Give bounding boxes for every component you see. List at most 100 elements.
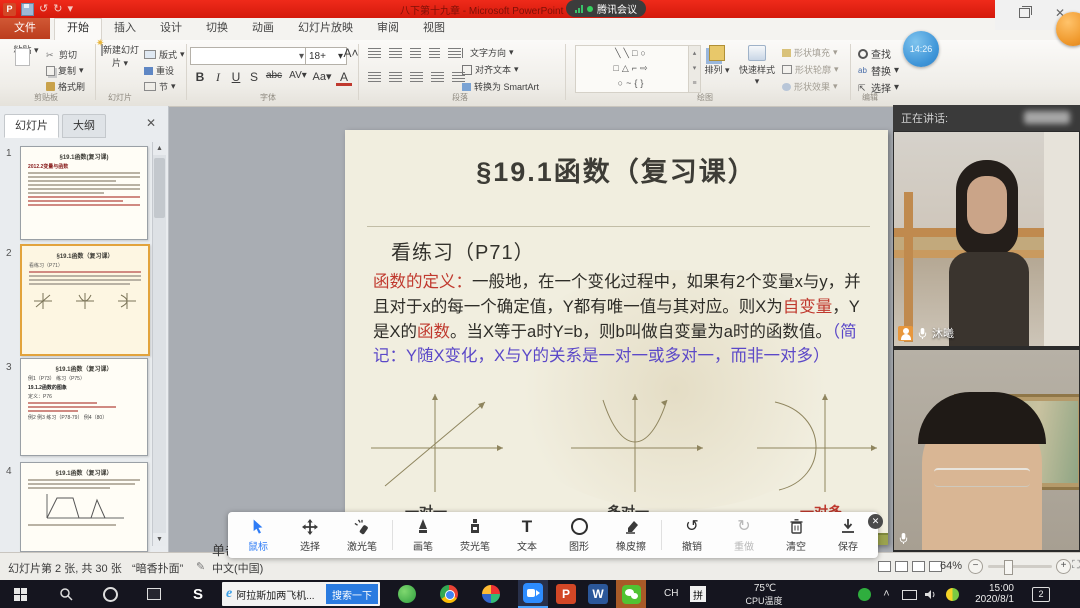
- slide-canvas[interactable]: §19.1函数（复习课） 看练习（P71） 函数的定义：一般地，在一个变化过程中…: [345, 130, 888, 545]
- tab-transitions[interactable]: 切换: [194, 18, 240, 39]
- zoom-slider-thumb[interactable]: [1004, 560, 1013, 575]
- bold-button[interactable]: B: [192, 70, 208, 84]
- tab-slides-thumbnails[interactable]: 幻灯片: [4, 114, 59, 138]
- ie-search-button[interactable]: 搜索一下: [326, 584, 378, 604]
- zoom-slider-track[interactable]: [988, 565, 1052, 568]
- slide-thumbnail-1[interactable]: §19.1函数(复习课) 2012.2变量与函数: [20, 146, 148, 240]
- grow-font-button[interactable]: A˄: [343, 46, 359, 60]
- redo-icon[interactable]: ↻: [53, 4, 62, 15]
- find-button[interactable]: 查找: [858, 46, 891, 61]
- save-icon[interactable]: [21, 3, 34, 16]
- notification-center-icon[interactable]: 2: [1032, 587, 1050, 602]
- paste-button[interactable]: 粘贴 ▾: [6, 43, 46, 91]
- text-direction-button[interactable]: 文字方向 ▾: [462, 46, 514, 59]
- tencent-meeting-button[interactable]: [518, 580, 548, 608]
- volume-icon[interactable]: [924, 588, 937, 601]
- italic-button[interactable]: I: [210, 70, 226, 85]
- ie-task-button[interactable]: e 阿拉斯加两飞机... 搜索一下: [222, 582, 380, 606]
- tray-antivirus-icon[interactable]: [946, 588, 959, 601]
- restore-window-icon[interactable]: [1019, 8, 1030, 18]
- strikethrough-button[interactable]: abc: [264, 70, 284, 81]
- taskbar-clock[interactable]: 15:00 2020/8/1: [962, 583, 1014, 605]
- tab-outline[interactable]: 大纲: [62, 114, 106, 138]
- floating-timer-badge[interactable]: 14:26: [903, 31, 939, 67]
- shadow-button[interactable]: S: [246, 70, 262, 84]
- video-participant-2[interactable]: [894, 350, 1079, 550]
- bullets-icon[interactable]: [368, 48, 381, 58]
- tray-expand-icon[interactable]: ˄: [880, 588, 893, 601]
- powerpoint-task-button[interactable]: P: [552, 580, 580, 608]
- slide-thumbnail-2-selected[interactable]: §19.1函数（复习课） 看练习（P71）: [20, 244, 150, 356]
- task-view-button[interactable]: [140, 580, 168, 608]
- cortana-button[interactable]: [96, 580, 124, 608]
- align-right-icon[interactable]: [410, 72, 423, 82]
- reset-button[interactable]: 重设: [144, 64, 174, 77]
- view-buttons[interactable]: [878, 560, 946, 572]
- change-case-button[interactable]: Aa▾: [312, 70, 332, 83]
- align-text-button[interactable]: 对齐文本 ▾: [462, 63, 519, 76]
- copy-button[interactable]: 复制 ▾: [46, 64, 84, 77]
- cut-button[interactable]: ✂剪切: [46, 48, 77, 61]
- tool-clear[interactable]: 清空: [774, 518, 818, 553]
- zoom-in-icon[interactable]: +: [1056, 559, 1071, 574]
- numbering-icon[interactable]: [389, 48, 402, 58]
- browser-colorful-button[interactable]: [476, 580, 506, 608]
- tool-shape[interactable]: 图形: [557, 518, 601, 553]
- panel-scrollbar[interactable]: ▲ ▼: [152, 142, 166, 546]
- panel-close-icon[interactable]: ✕: [146, 116, 156, 130]
- scroll-down-icon[interactable]: ▼: [153, 533, 166, 546]
- tab-review[interactable]: 审阅: [365, 18, 411, 39]
- word-task-button[interactable]: W: [584, 580, 612, 608]
- network-icon[interactable]: [902, 590, 917, 600]
- decrease-indent-icon[interactable]: [410, 48, 421, 58]
- tool-save[interactable]: 保存: [826, 518, 870, 553]
- char-spacing-button[interactable]: AV▾: [288, 70, 308, 81]
- slide-thumbnail-4[interactable]: §19.1函数（复习课）: [20, 462, 148, 552]
- tab-file[interactable]: 文件: [0, 18, 50, 39]
- browser-360-button[interactable]: [392, 580, 422, 608]
- align-center-icon[interactable]: [389, 72, 402, 82]
- spellcheck-icon[interactable]: ✎: [196, 560, 205, 573]
- video-participant-1[interactable]: 沐曦: [894, 132, 1079, 346]
- shapes-gallery-scroll[interactable]: ▴▾≡: [688, 45, 701, 93]
- wechat-button[interactable]: [616, 580, 646, 608]
- new-slide-button[interactable]: 新建幻灯片 ▾: [98, 43, 142, 91]
- replace-button[interactable]: ab替换 ▾: [858, 63, 899, 78]
- tool-laser[interactable]: 激光笔: [340, 518, 384, 553]
- chrome-button[interactable]: [434, 580, 464, 608]
- font-name-select[interactable]: ▾: [190, 47, 308, 65]
- meeting-status-pill[interactable]: 腾讯会议: [566, 0, 646, 17]
- tool-mouse[interactable]: 鼠标: [236, 518, 280, 553]
- underline-button[interactable]: U: [228, 70, 244, 84]
- input-lang-ch[interactable]: CH: [664, 588, 678, 599]
- tab-home[interactable]: 开始: [54, 18, 102, 41]
- undo-icon[interactable]: ↺: [39, 4, 48, 15]
- start-button[interactable]: [4, 580, 36, 608]
- justify-icon[interactable]: [431, 72, 444, 82]
- arrange-button[interactable]: 排列 ▾: [702, 43, 732, 91]
- tool-undo[interactable]: ↺ 撤销: [670, 518, 714, 553]
- shapes-gallery[interactable]: ╲╲□○ □△⌐⇨ ○~{}: [575, 45, 689, 93]
- tool-eraser[interactable]: 橡皮擦: [609, 518, 653, 553]
- tool-redo[interactable]: ↻ 重做: [722, 518, 766, 553]
- increase-indent-icon[interactable]: [429, 48, 440, 58]
- shape-outline-button[interactable]: 形状轮廓 ▾: [782, 63, 839, 76]
- tool-pen[interactable]: 画笔: [401, 518, 445, 553]
- font-color-button[interactable]: A: [336, 70, 352, 86]
- input-method-pin[interactable]: 拼: [690, 586, 706, 602]
- sogou-input-button[interactable]: S: [184, 580, 212, 608]
- tray-safety-icon[interactable]: [858, 588, 871, 601]
- layout-button[interactable]: 版式 ▾: [144, 48, 185, 61]
- shape-fill-button[interactable]: 形状填充 ▾: [782, 46, 838, 59]
- fit-to-window-icon[interactable]: ⛶: [1072, 559, 1080, 572]
- tool-select[interactable]: 选择: [288, 518, 332, 553]
- taskbar-search[interactable]: [52, 580, 80, 608]
- language-indicator[interactable]: 中文(中国): [212, 560, 263, 576]
- scroll-thumb[interactable]: [154, 158, 165, 218]
- tab-design[interactable]: 设计: [148, 18, 194, 39]
- tab-view[interactable]: 视图: [411, 18, 457, 39]
- tab-animations[interactable]: 动画: [240, 18, 286, 39]
- tab-insert[interactable]: 插入: [102, 18, 148, 39]
- annotation-close-icon[interactable]: ✕: [868, 514, 883, 529]
- font-size-select[interactable]: 18+▾: [305, 47, 347, 65]
